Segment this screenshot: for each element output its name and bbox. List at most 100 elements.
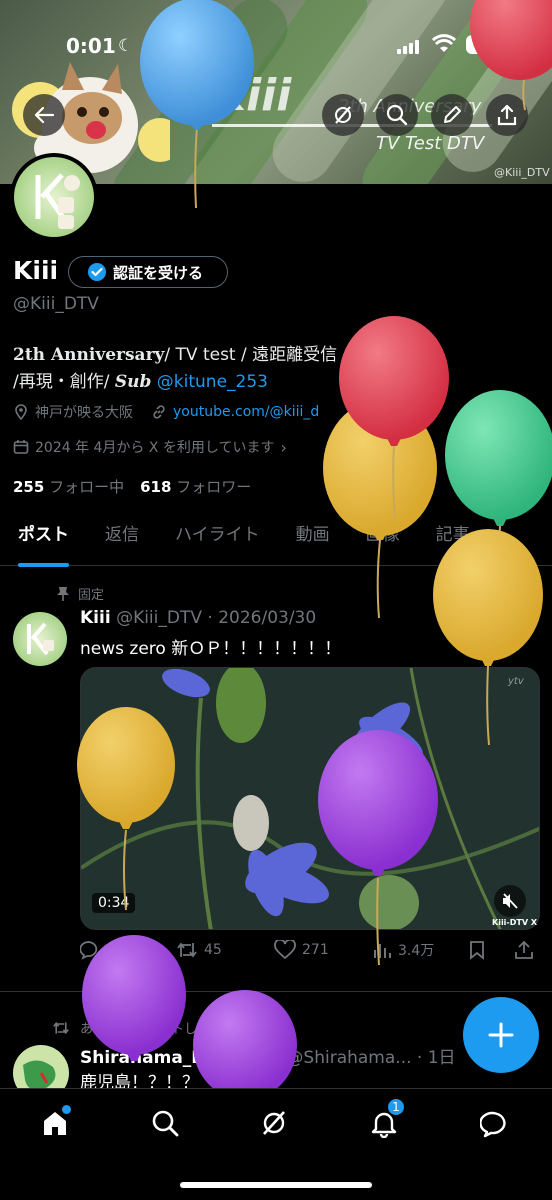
tab-images[interactable]: 画像 xyxy=(348,512,418,565)
post-date: · 2026/03/30 xyxy=(207,608,317,628)
notification-badge: 1 xyxy=(386,1097,406,1117)
reply-icon xyxy=(80,941,98,960)
retweet-icon xyxy=(177,942,197,958)
post-author-handle[interactable]: @Kiii_DTV xyxy=(116,608,202,628)
location-icon xyxy=(15,404,27,420)
like-button[interactable]: 271 xyxy=(274,940,329,960)
get-verified-button[interactable]: 認証を受ける xyxy=(68,256,228,288)
compose-post-button[interactable] xyxy=(463,997,539,1073)
tab-replies[interactable]: 返信 xyxy=(87,512,157,565)
post-divider xyxy=(0,991,552,992)
tab-articles[interactable]: 記事 xyxy=(418,512,488,565)
profile-banner: Kiii 2th Anniversary TV Test DTV @Kiii_D… xyxy=(0,0,552,184)
share-icon xyxy=(497,104,517,126)
banner-subtitle-2: TV Test DTV xyxy=(376,133,485,154)
pinned-indicator: 固定 xyxy=(56,584,104,603)
views-count: 3.4万 xyxy=(398,943,435,959)
tab-videos[interactable]: 動画 xyxy=(278,512,348,565)
retweet-count: 45 xyxy=(204,942,222,958)
post-share-button[interactable] xyxy=(514,940,534,960)
pinned-label: 固定 xyxy=(78,588,105,603)
profile-location: 神戸が映る大阪 xyxy=(35,405,133,421)
views-button[interactable]: 3.4万 xyxy=(372,940,434,960)
views-icon xyxy=(374,944,391,958)
bookmark-icon xyxy=(470,941,484,960)
followers-link[interactable]: 618 フォロワー xyxy=(140,476,251,497)
banner-credit: @Kiii_DTV xyxy=(494,166,550,179)
pin-icon xyxy=(57,586,69,601)
post2-date: · 1日 xyxy=(416,1048,456,1068)
x-logo-icon: 𝕏 xyxy=(520,608,537,632)
search-icon xyxy=(386,104,408,126)
post-video[interactable] xyxy=(80,667,540,930)
joined-date: 2024 年 4月から X を利用しています xyxy=(35,440,275,456)
bio-mention-link[interactable]: @kitune_253 xyxy=(157,372,268,392)
grok-button[interactable] xyxy=(322,94,364,136)
bio-sub-label: Sub xyxy=(114,372,152,392)
battery-indicator: 64 xyxy=(466,35,501,54)
mute-button[interactable] xyxy=(494,885,526,917)
profile-joined: 2024 年 4月から X を利用しています › xyxy=(13,437,287,457)
plus-icon xyxy=(488,1022,514,1048)
bio-bold-text: 2th Anniversary xyxy=(13,345,165,365)
profile-tabs: ポスト 返信 ハイライト 動画 画像 記事 xyxy=(0,512,552,567)
balloon-red-center xyxy=(339,316,449,521)
status-time: 0:01 xyxy=(66,34,116,58)
post2-author-name[interactable]: Shirahama_EEW xyxy=(80,1048,233,1068)
video-duration: 0:34 xyxy=(92,893,136,913)
post2-author-handle[interactable]: @Shirahama... xyxy=(286,1048,411,1068)
verified-badge-icon xyxy=(88,263,106,281)
like-count: 271 xyxy=(302,942,329,958)
edit-profile-button[interactable] xyxy=(431,94,473,136)
bookmark-button[interactable] xyxy=(468,940,486,960)
repost-icon xyxy=(53,1021,69,1034)
banner-title: Kiii xyxy=(212,70,292,121)
bio-text: / TV test / 遠距離受信 xyxy=(164,345,338,365)
get-verified-label: 認証を受ける xyxy=(113,263,204,282)
nav-search[interactable] xyxy=(145,1103,185,1143)
search-icon xyxy=(152,1110,179,1137)
repost-indicator: あなたがリポストしました xyxy=(52,1018,236,1037)
home-unread-dot xyxy=(62,1105,71,1114)
edit-icon xyxy=(444,106,461,123)
share-profile-button[interactable] xyxy=(486,94,528,136)
grok-icon xyxy=(335,106,351,124)
video-watermark: ytv xyxy=(508,676,524,687)
balloon-yellow-1 xyxy=(323,400,437,619)
tab-posts[interactable]: ポスト xyxy=(0,512,87,567)
profile-website-link[interactable]: youtube.com/@kiii_d xyxy=(173,404,319,420)
nav-notifications[interactable]: 1 xyxy=(364,1097,406,1143)
post2-author-emoji: ☀️🏝️ xyxy=(238,1048,282,1068)
profile-name: Kiii xyxy=(13,256,59,285)
tab-highlights[interactable]: ハイライト xyxy=(157,512,278,565)
link-icon xyxy=(153,405,165,419)
messages-icon xyxy=(480,1111,506,1138)
grok-icon xyxy=(263,1111,285,1135)
retweet-button[interactable]: 45 xyxy=(176,940,222,960)
nav-home[interactable] xyxy=(35,1103,75,1143)
nav-grok[interactable] xyxy=(254,1103,294,1143)
reply-button[interactable] xyxy=(80,940,100,960)
follow-counts: 255 フォロー中 618 フォロワー xyxy=(13,476,251,497)
following-link[interactable]: 255 フォロー中 xyxy=(13,476,124,497)
profile-search-button[interactable] xyxy=(376,94,418,136)
balloon-green xyxy=(445,390,552,601)
post-header: Kiii @Kiii_DTV · 2026/03/30 xyxy=(80,608,316,628)
mute-icon xyxy=(503,893,518,909)
bio-line-1: 2th Anniversary/ TV test / 遠距離受信 xyxy=(13,340,337,365)
repost-label: あなたがリポストしました xyxy=(80,1022,237,1037)
chevron-right-icon[interactable]: › xyxy=(281,438,287,457)
home-indicator xyxy=(180,1182,372,1188)
post-text: news zero 新ＯＰ！！！！！！！ xyxy=(80,639,342,659)
profile-meta: 神戸が映る大阪 youtube.com/@kiii_d xyxy=(13,402,319,422)
calendar-icon xyxy=(13,440,29,454)
back-arrow-icon xyxy=(34,106,55,124)
video-credit: Kiii-DTV X xyxy=(492,918,537,927)
nav-messages[interactable] xyxy=(475,1103,515,1143)
post-author-avatar[interactable] xyxy=(13,612,67,666)
profile-avatar[interactable] xyxy=(10,153,98,241)
back-button[interactable] xyxy=(23,94,65,136)
wifi-icon xyxy=(431,34,457,58)
avatar-image xyxy=(14,157,94,237)
post-author-name[interactable]: Kiii xyxy=(80,608,111,628)
